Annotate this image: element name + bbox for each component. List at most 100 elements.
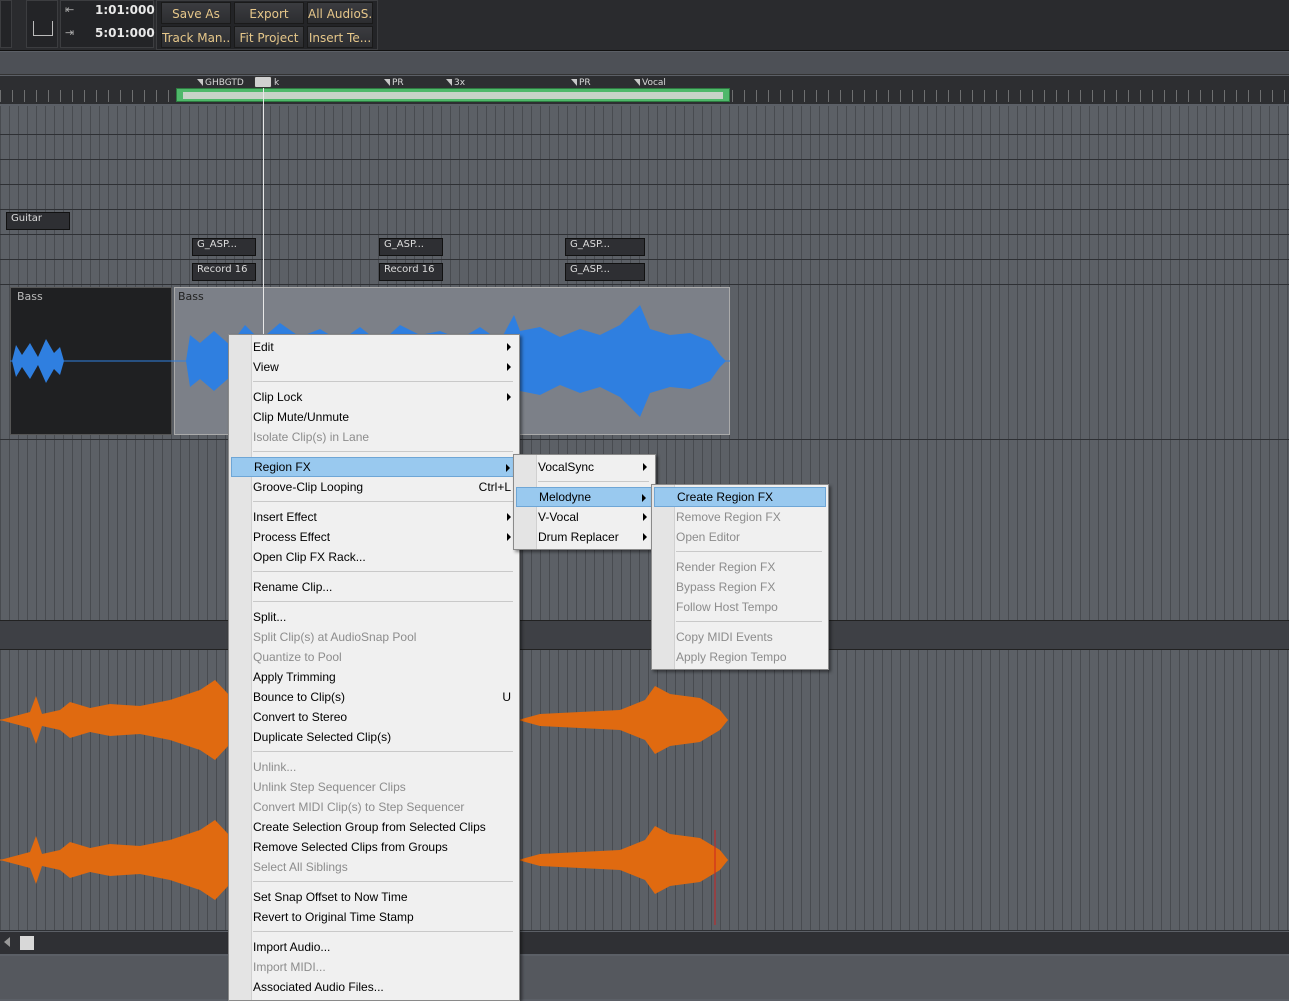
menu-shortcut: U <box>502 690 511 704</box>
track-lane-2[interactable] <box>0 135 1289 160</box>
menu-item-label: Apply Trimming <box>253 670 336 684</box>
menu-item-region-fx[interactable]: Region FX <box>231 457 517 477</box>
export-button[interactable]: Export <box>234 2 304 24</box>
now-time-handle[interactable] <box>254 76 272 88</box>
menu-item-isolate-clip-s-in-lane[interactable]: Isolate Clip(s) in Lane <box>231 427 517 447</box>
track-lane-1[interactable] <box>0 106 1289 135</box>
menu-item-open-editor[interactable]: Open Editor <box>654 527 826 547</box>
save-as-button[interactable]: Save As <box>161 2 231 24</box>
scrollbar-thumb[interactable] <box>20 936 34 950</box>
menu-item-label: Follow Host Tempo <box>676 600 778 614</box>
menu-item-bypass-region-fx[interactable]: Bypass Region FX <box>654 577 826 597</box>
menu-item-groove-clip-looping[interactable]: Groove-Clip Looping Ctrl+L <box>231 477 517 497</box>
menu-item-create-selection-group-from-selected-clips[interactable]: Create Selection Group from Selected Cli… <box>231 817 517 837</box>
menu-item-label: Create Selection Group from Selected Cli… <box>253 820 486 834</box>
take-clip-4[interactable]: Record 16 <box>192 263 256 281</box>
take-clip-1[interactable]: G_ASP... <box>192 238 256 256</box>
start-time[interactable]: 1:01:000 <box>95 3 155 17</box>
marker-3x[interactable]: 3x <box>445 78 465 88</box>
menu-item-open-clip-fx-rack[interactable]: Open Clip FX Rack... <box>231 547 517 567</box>
menu-separator <box>538 481 649 482</box>
menu-item-copy-midi-events[interactable]: Copy MIDI Events <box>654 627 826 647</box>
menu-item-revert-to-original-time-stamp[interactable]: Revert to Original Time Stamp <box>231 907 517 927</box>
track-manager-button[interactable]: Track Man... <box>161 26 231 48</box>
menu-item-select-all-siblings[interactable]: Select All Siblings <box>231 857 517 877</box>
menu-item-view[interactable]: View <box>231 357 517 377</box>
menu-item-label: Rename Clip... <box>253 580 333 594</box>
take-clip-6[interactable]: G_ASP... <box>565 263 645 281</box>
menu-item-set-snap-offset-to-now-time[interactable]: Set Snap Offset to Now Time <box>231 887 517 907</box>
take-clip-3[interactable]: G_ASP... <box>565 238 645 256</box>
menu-item-process-effect[interactable]: Process Effect <box>231 527 517 547</box>
menu-item-label: Create Region FX <box>677 490 774 504</box>
submenu-arrow-icon <box>506 464 510 472</box>
menu-item-import-midi[interactable]: Import MIDI... <box>231 957 517 977</box>
menu-item-melodyne[interactable]: Melodyne <box>516 487 653 507</box>
marker-k[interactable]: k <box>265 78 279 88</box>
menu-item-label: Remove Selected Clips from Groups <box>253 840 448 854</box>
menu-item-unlink[interactable]: Unlink... <box>231 757 517 777</box>
marker-pr-1[interactable]: PR <box>384 78 404 88</box>
track-lane-guitar[interactable]: Guitar <box>0 210 1289 235</box>
menu-item-vocalsync[interactable]: VocalSync <box>516 457 653 477</box>
menu-item-clip-mute-unmute[interactable]: Clip Mute/Unmute <box>231 407 517 427</box>
menu-item-insert-effect[interactable]: Insert Effect <box>231 507 517 527</box>
menu-item-convert-to-stereo[interactable]: Convert to Stereo <box>231 707 517 727</box>
loop-region[interactable] <box>176 88 730 102</box>
menu-item-apply-trimming[interactable]: Apply Trimming <box>231 667 517 687</box>
guitar-clip[interactable]: Guitar <box>6 212 70 230</box>
menu-item-edit[interactable]: Edit <box>231 337 517 357</box>
horizontal-scrollbar[interactable] <box>0 932 1289 954</box>
menu-item-label: Import MIDI... <box>253 960 326 974</box>
menu-item-follow-host-tempo[interactable]: Follow Host Tempo <box>654 597 826 617</box>
menu-item-unlink-step-sequencer-clips[interactable]: Unlink Step Sequencer Clips <box>231 777 517 797</box>
all-audiosnap-button[interactable]: All AudioS... <box>307 2 373 24</box>
menu-item-drum-replacer[interactable]: Drum Replacer <box>516 527 653 547</box>
menu-item-rename-clip[interactable]: Rename Clip... <box>231 577 517 597</box>
now-time-line <box>263 88 264 338</box>
insert-tempo-button[interactable]: Insert Te... <box>307 26 373 48</box>
menu-item-remove-selected-clips-from-groups[interactable]: Remove Selected Clips from Groups <box>231 837 517 857</box>
loop-region-bar <box>183 92 723 99</box>
menu-item-import-audio[interactable]: Import Audio... <box>231 937 517 957</box>
marker-ghbgtd[interactable]: GHBGTD <box>197 78 244 88</box>
menu-item-render-region-fx[interactable]: Render Region FX <box>654 557 826 577</box>
menu-item-label: Clip Mute/Unmute <box>253 410 350 424</box>
menu-item-v-vocal[interactable]: V-Vocal <box>516 507 653 527</box>
take-clip-2[interactable]: G_ASP... <box>379 238 443 256</box>
menu-separator <box>253 381 513 382</box>
scroll-left-icon[interactable] <box>4 937 10 947</box>
menu-item-label: Split... <box>253 610 287 624</box>
marker-vocal[interactable]: Vocal <box>634 78 666 88</box>
bottom-area <box>0 956 1289 999</box>
take-clip-5[interactable]: Record 16 <box>379 263 443 281</box>
menu-item-split-clip-s-at-audiosnap-pool[interactable]: Split Clip(s) at AudioSnap Pool <box>231 627 517 647</box>
menu-item-convert-midi-clip-s-to-step-sequencer[interactable]: Convert MIDI Clip(s) to Step Sequencer <box>231 797 517 817</box>
menu-item-clip-lock[interactable]: Clip Lock <box>231 387 517 407</box>
menu-item-quantize-to-pool[interactable]: Quantize to Pool <box>231 647 517 667</box>
marker-pr-2[interactable]: PR <box>571 78 591 88</box>
menu-item-bounce-to-clip-s[interactable]: Bounce to Clip(s) U <box>231 687 517 707</box>
fit-project-button[interactable]: Fit Project <box>234 26 304 48</box>
track-lane-4[interactable] <box>0 185 1289 210</box>
toolbar: ⇤ 1:01:000 ⇥ 5:01:000 Save As Export All… <box>0 0 1289 51</box>
menu-item-remove-region-fx[interactable]: Remove Region FX <box>654 507 826 527</box>
menu-item-duplicate-selected-clip-s[interactable]: Duplicate Selected Clip(s) <box>231 727 517 747</box>
track-lane-3[interactable] <box>0 160 1289 185</box>
menu-item-apply-region-tempo[interactable]: Apply Region Tempo <box>654 647 826 667</box>
menu-item-label: Unlink Step Sequencer Clips <box>253 780 406 794</box>
menu-item-label: Render Region FX <box>676 560 776 574</box>
fit-icon[interactable] <box>33 21 53 36</box>
menu-item-associated-audio-files[interactable]: Associated Audio Files... <box>231 977 517 997</box>
menu-item-create-region-fx[interactable]: Create Region FX <box>654 487 826 507</box>
track-lane-guitar-take1[interactable]: G_ASP... G_ASP... G_ASP... <box>0 235 1289 260</box>
menu-separator <box>253 571 513 572</box>
track-lane-guitar-take2[interactable]: Record 16 Record 16 G_ASP... <box>0 260 1289 285</box>
end-time[interactable]: 5:01:000 <box>95 26 155 40</box>
track-lane-bass[interactable]: Bass Bass <box>0 285 1289 440</box>
menu-item-label: Edit <box>253 340 274 354</box>
time-ruler[interactable]: GHBGTD k PR 3x PR Vocal <box>0 76 1289 104</box>
track-lane-vocal[interactable] <box>0 650 1289 931</box>
menu-item-split[interactable]: Split... <box>231 607 517 627</box>
end-time-icon: ⇥ <box>65 26 75 39</box>
